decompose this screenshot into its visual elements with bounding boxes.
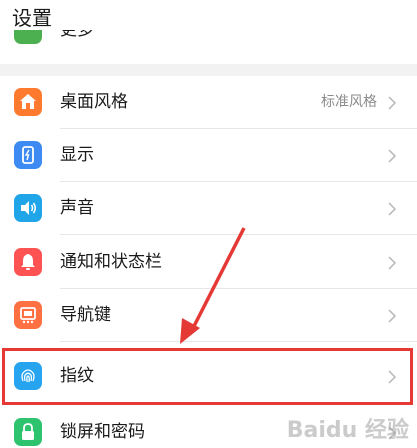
display-icon xyxy=(14,141,42,169)
page-title: 设置 xyxy=(12,6,52,30)
settings-item-label: 显示 xyxy=(60,145,94,165)
settings-item-label: 桌面风格 xyxy=(60,92,128,112)
fingerprint-icon xyxy=(14,362,42,390)
lock-icon xyxy=(14,418,42,446)
settings-item-notifications[interactable]: 通知和状态栏 xyxy=(0,236,417,289)
watermark: Baidu 经验 xyxy=(286,418,409,443)
settings-item-label: 指纹 xyxy=(60,366,94,386)
section-divider xyxy=(0,64,417,76)
chevron-right-icon xyxy=(388,96,397,110)
chevron-right-icon xyxy=(388,309,397,323)
chevron-right-icon xyxy=(388,370,397,384)
settings-item-label: 锁屏和密码 xyxy=(60,422,145,442)
more-icon xyxy=(14,30,42,44)
settings-item-label: 声音 xyxy=(60,198,94,218)
settings-item-label: 通知和状态栏 xyxy=(60,252,162,272)
list-item-label: 更多 xyxy=(60,30,94,40)
row-divider xyxy=(60,341,417,342)
settings-item-label: 导航键 xyxy=(60,305,111,325)
speaker-icon xyxy=(14,194,42,222)
settings-item-desktop-style[interactable]: 桌面风格 标准风格 xyxy=(0,76,417,129)
settings-item-display[interactable]: 显示 xyxy=(0,129,417,182)
settings-item-value: 标准风格 xyxy=(321,94,377,110)
row-divider xyxy=(60,234,417,235)
list-item-more[interactable]: 更多 xyxy=(0,30,417,48)
navigation-key-icon xyxy=(14,301,42,329)
chevron-right-icon xyxy=(388,149,397,163)
settings-item-sound[interactable]: 声音 xyxy=(0,182,417,235)
home-icon xyxy=(14,88,42,116)
settings-item-navigation-keys[interactable]: 导航键 xyxy=(0,289,417,342)
chevron-right-icon xyxy=(388,202,397,216)
settings-item-fingerprint[interactable]: 指纹 xyxy=(0,350,417,403)
bell-icon xyxy=(14,248,42,276)
chevron-right-icon xyxy=(388,256,397,270)
